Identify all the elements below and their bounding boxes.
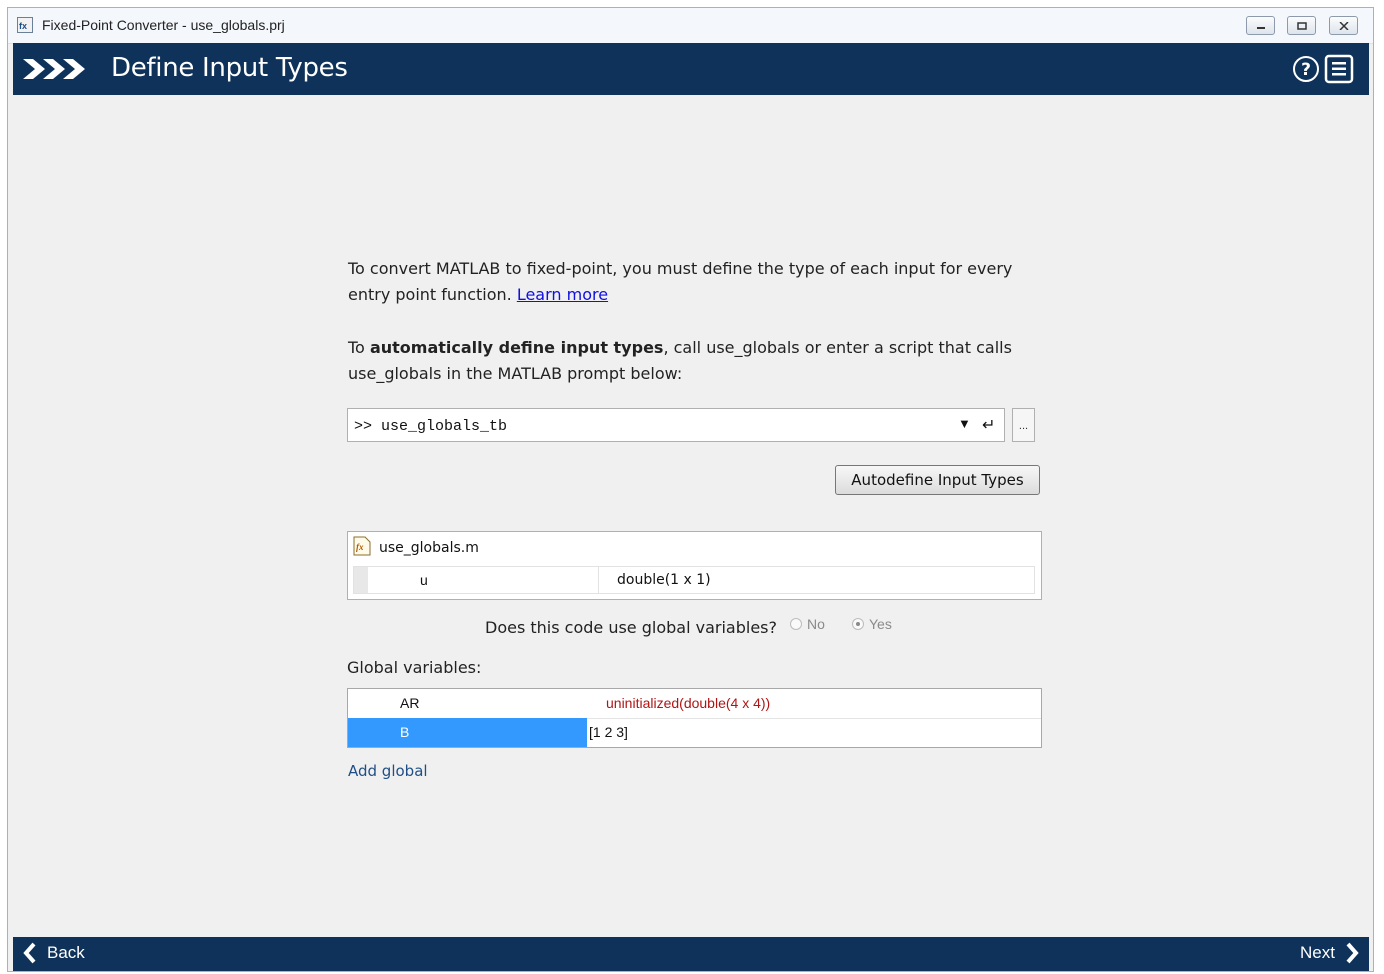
radio-yes[interactable]: Yes xyxy=(852,616,892,632)
table-row[interactable]: u double(1 x 1) xyxy=(353,566,1035,594)
global-variables-table: AR uninitialized(double(4 x 4)) B [1 2 3… xyxy=(347,688,1042,748)
minimize-button[interactable] xyxy=(1246,16,1275,35)
intro-text: To convert MATLAB to fixed-point, you mu… xyxy=(348,259,1013,304)
radio-no[interactable]: No xyxy=(790,616,825,632)
svg-text:fx: fx xyxy=(356,542,364,552)
global-value-editor[interactable]: [1 2 3] xyxy=(588,718,1041,747)
learn-more-link[interactable]: Learn more xyxy=(517,285,608,304)
table-row-selected[interactable]: B [1 2 3] xyxy=(348,718,1041,747)
navigation-footer: Back Next xyxy=(13,937,1369,971)
step-header: Define Input Types ? xyxy=(13,43,1369,95)
chevron-right-icon xyxy=(1346,942,1359,964)
auto-bold-text: automatically define input types xyxy=(369,338,664,357)
app-window: fx Fixed-Point Converter - use_globals.p… xyxy=(7,7,1374,972)
global-variables-label: Global variables: xyxy=(347,658,482,677)
column-divider xyxy=(598,567,599,593)
close-button[interactable] xyxy=(1329,16,1358,35)
matlab-file-icon: fx xyxy=(353,536,371,556)
intro-section: To convert MATLAB to fixed-point, you mu… xyxy=(348,256,1048,387)
chevron-left-icon xyxy=(23,942,36,964)
title-bar: fx Fixed-Point Converter - use_globals.p… xyxy=(8,8,1373,44)
table-row[interactable]: AR uninitialized(double(4 x 4)) xyxy=(348,689,1041,719)
global-value[interactable]: uninitialized(double(4 x 4)) xyxy=(588,689,1041,718)
next-button[interactable]: Next xyxy=(1300,942,1359,964)
svg-text:?: ? xyxy=(1301,60,1311,80)
input-name: u xyxy=(420,572,428,588)
radio-yes-label: Yes xyxy=(869,616,892,632)
window-title: Fixed-Point Converter - use_globals.prj xyxy=(42,17,285,33)
svg-text:fx: fx xyxy=(19,21,27,31)
auto-define-paragraph: To automatically define input types, cal… xyxy=(348,335,1048,387)
global-name[interactable]: B xyxy=(348,718,587,747)
enter-icon[interactable]: ↵ xyxy=(982,415,995,435)
function-file-name: use_globals.m xyxy=(379,540,479,556)
radio-no-label: No xyxy=(807,616,825,632)
matlab-prompt-input[interactable]: >> use_globals_tb ▼ ↵ xyxy=(347,408,1005,442)
menu-list-icon[interactable] xyxy=(1324,54,1354,84)
minimize-icon xyxy=(1256,26,1265,29)
auto-prefix: To xyxy=(348,338,370,357)
maximize-button[interactable] xyxy=(1287,16,1316,35)
add-global-link[interactable]: Add global xyxy=(348,762,428,780)
workflow-chevrons-icon xyxy=(23,59,85,79)
back-label: Back xyxy=(47,943,85,962)
radio-yes-circle[interactable] xyxy=(852,618,864,630)
app-icon: fx xyxy=(17,17,33,33)
maximize-icon xyxy=(1296,21,1307,30)
close-icon xyxy=(1338,21,1349,30)
dropdown-arrow-icon[interactable]: ▼ xyxy=(958,416,971,431)
intro-paragraph: To convert MATLAB to fixed-point, you mu… xyxy=(348,256,1048,308)
next-label: Next xyxy=(1300,943,1335,962)
prompt-value: >> use_globals_tb xyxy=(354,418,508,435)
back-button[interactable]: Back xyxy=(23,942,85,964)
function-inputs-table: fx use_globals.m u double(1 x 1) xyxy=(347,531,1042,600)
input-type[interactable]: double(1 x 1) xyxy=(617,572,711,588)
page-title: Define Input Types xyxy=(111,53,348,83)
autodefine-button[interactable]: Autodefine Input Types xyxy=(835,465,1040,495)
question-circle-icon[interactable]: ? xyxy=(1292,55,1320,83)
globals-question: Does this code use global variables? xyxy=(485,618,777,637)
row-gutter xyxy=(354,567,368,593)
radio-no-circle[interactable] xyxy=(790,618,802,630)
global-name[interactable]: AR xyxy=(348,689,587,718)
browse-script-button[interactable]: ... xyxy=(1012,408,1035,442)
